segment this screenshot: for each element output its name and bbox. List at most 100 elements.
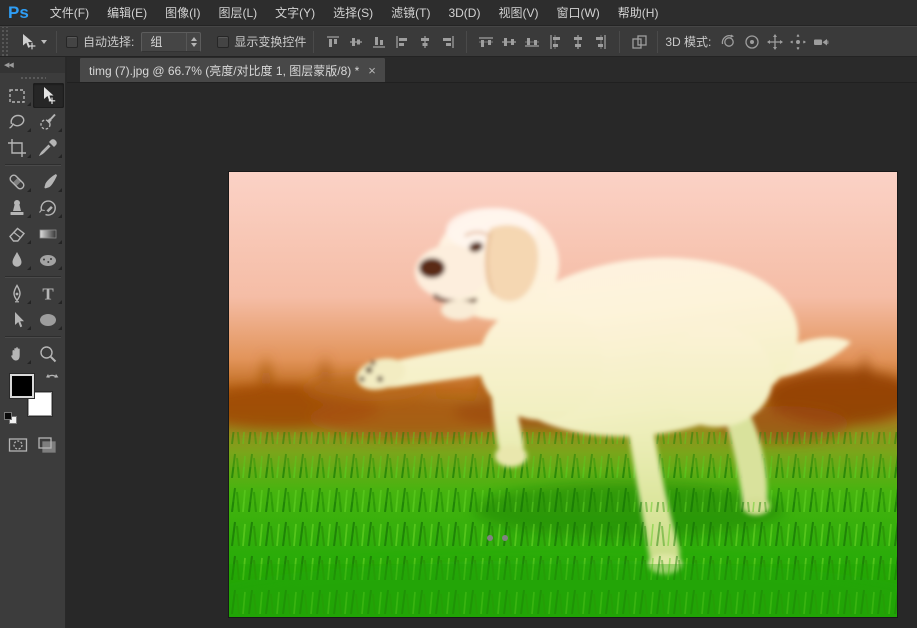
align-top-edges-button[interactable] (321, 30, 344, 54)
distribute-top-icon (477, 33, 495, 51)
separator (619, 31, 620, 53)
distribute-bottom-edges-button[interactable] (520, 30, 543, 54)
menu-view[interactable]: 视图(V) (489, 0, 547, 25)
align-bottom-icon (370, 33, 388, 51)
flyout-indicator (27, 300, 31, 304)
tools-panel-grip[interactable] (0, 73, 65, 83)
path-selection-tool[interactable] (2, 307, 33, 332)
auto-align-layers-button[interactable] (627, 30, 650, 54)
ellipse-shape-tool[interactable] (33, 307, 64, 332)
distribute-vertical-centers-button[interactable] (497, 30, 520, 54)
auto-select-label: 自动选择: (83, 33, 134, 50)
3d-mode-label: 3D 模式: (665, 33, 711, 50)
zoom-tool[interactable] (33, 341, 64, 366)
distribute-right-edges-button[interactable] (589, 30, 612, 54)
auto-select-checkbox[interactable] (66, 36, 78, 48)
clone-stamp-tool[interactable] (2, 195, 33, 220)
flyout-indicator (58, 266, 62, 270)
align-horizontal-centers-button[interactable] (413, 30, 436, 54)
foreground-color-swatch[interactable] (10, 374, 34, 398)
separator (313, 31, 314, 53)
menu-image[interactable]: 图像(I) (156, 0, 209, 25)
eyedropper-icon (37, 137, 59, 159)
show-transform-checkbox[interactable] (217, 36, 229, 48)
align-vertical-centers-button[interactable] (344, 30, 367, 54)
flyout-indicator (27, 266, 31, 270)
ellipse-icon (37, 309, 59, 331)
align-vcenter-icon (347, 33, 365, 51)
menu-select[interactable]: 选择(S) (324, 0, 382, 25)
color-swatches (8, 372, 57, 424)
document-tab[interactable]: timg (7).jpg @ 66.7% (亮度/对比度 1, 图层蒙版/8) … (79, 57, 386, 82)
auto-select-target-dropdown[interactable]: 组 (141, 32, 201, 52)
align-bottom-edges-button[interactable] (367, 30, 390, 54)
menu-layer[interactable]: 图层(L) (209, 0, 266, 25)
menu-filter[interactable]: 滤镜(T) (382, 0, 439, 25)
photoshop-logo: Ps (0, 3, 41, 23)
eyedropper-tool[interactable] (33, 135, 64, 160)
menu-3d[interactable]: 3D(D) (439, 0, 489, 25)
collapse-panel-button[interactable]: ◀◀ (0, 57, 65, 73)
distribute-left-edges-button[interactable] (543, 30, 566, 54)
move-tool[interactable] (33, 83, 64, 108)
document-tab-bar: timg (7).jpg @ 66.7% (亮度/对比度 1, 图层蒙版/8) … (67, 57, 917, 83)
flyout-indicator (58, 240, 62, 244)
swap-colors-icon[interactable] (45, 372, 59, 385)
rectangular-marquee-tool[interactable] (2, 83, 33, 108)
move-icon (37, 85, 59, 107)
3d-camera-button[interactable] (809, 30, 832, 54)
chevron-down-icon (41, 40, 47, 44)
options-bar-grip[interactable] (0, 27, 8, 56)
3d-drag-button[interactable] (763, 30, 786, 54)
flyout-indicator (58, 154, 62, 158)
screen-mode-button[interactable] (36, 434, 58, 456)
align-right-icon (439, 33, 457, 51)
blur-drop-icon (6, 249, 28, 271)
align-top-icon (324, 33, 342, 51)
3d-slide-button[interactable] (786, 30, 809, 54)
eraser-tool[interactable] (2, 221, 33, 246)
distribute-top-edges-button[interactable] (474, 30, 497, 54)
3d-rotate-icon (720, 33, 738, 51)
flyout-indicator (27, 360, 31, 364)
quick-mask-mode-button[interactable] (7, 434, 29, 456)
auto-align-layers-icon (630, 33, 648, 51)
brush-tool[interactable] (33, 169, 64, 194)
close-tab-icon[interactable]: × (368, 64, 376, 77)
lasso-tool[interactable] (2, 109, 33, 134)
align-right-edges-button[interactable] (436, 30, 459, 54)
history-brush-tool[interactable] (33, 195, 64, 220)
align-left-edges-button[interactable] (390, 30, 413, 54)
options-bar: 自动选择: 组 显示变换控件 3D 模式: (0, 26, 917, 57)
pen-tool[interactable] (2, 281, 33, 306)
gradient-icon (37, 223, 59, 245)
horizontal-type-tool[interactable]: T (33, 281, 64, 306)
menu-type[interactable]: 文字(Y) (266, 0, 324, 25)
path-selection-icon (6, 309, 28, 331)
move-tool-preset[interactable] (18, 32, 47, 52)
gradient-tool[interactable] (33, 221, 64, 246)
svg-text:T: T (42, 284, 54, 303)
auto-select-target-value: 组 (142, 33, 186, 50)
distribute-horizontal-centers-button[interactable] (566, 30, 589, 54)
hand-tool[interactable] (2, 341, 33, 366)
spot-healing-brush-tool[interactable] (2, 169, 33, 194)
quick-selection-tool[interactable] (33, 109, 64, 134)
flyout-indicator (27, 214, 31, 218)
menu-file[interactable]: 文件(F) (41, 0, 98, 25)
crop-tool[interactable] (2, 135, 33, 160)
3d-rotate-button[interactable] (717, 30, 740, 54)
default-colors-icon[interactable] (4, 412, 20, 426)
distribute-right-icon (592, 33, 610, 51)
3d-roll-button[interactable] (740, 30, 763, 54)
flyout-indicator (58, 300, 62, 304)
history-brush-icon (37, 197, 59, 219)
blur-tool[interactable] (2, 247, 33, 272)
document-image[interactable] (229, 172, 897, 617)
puppy-gradient-image (229, 172, 897, 617)
sponge-tool[interactable] (33, 247, 64, 272)
menu-edit[interactable]: 编辑(E) (98, 0, 156, 25)
menu-window[interactable]: 窗口(W) (547, 0, 608, 25)
menu-help[interactable]: 帮助(H) (609, 0, 668, 25)
move-tool-icon (18, 32, 38, 52)
